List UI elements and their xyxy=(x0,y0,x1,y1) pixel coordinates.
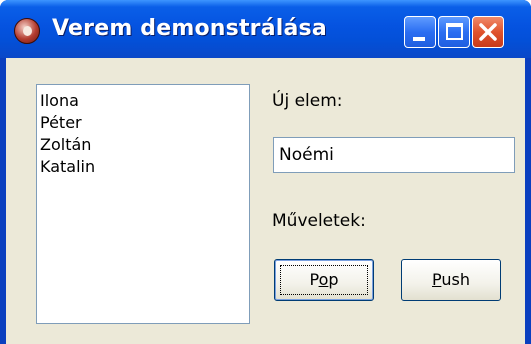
list-item[interactable]: Ilona xyxy=(37,90,249,112)
push-button-label: Push xyxy=(432,270,470,289)
maximize-button[interactable] xyxy=(438,16,470,48)
title-bar[interactable]: Verem demonstrálása xyxy=(0,0,531,58)
pop-button-label: Pop xyxy=(309,270,339,289)
list-item[interactable]: Katalin xyxy=(37,156,249,178)
close-button[interactable] xyxy=(472,16,504,48)
new-item-label: Új elem: xyxy=(272,91,343,111)
client-area: Ilona Péter Zoltán Katalin Új elem: Noém… xyxy=(6,58,525,344)
window-title: Verem demonstrálása xyxy=(52,16,327,41)
new-item-input[interactable]: Noémi xyxy=(273,137,515,173)
list-item[interactable]: Zoltán xyxy=(37,134,249,156)
minimize-button[interactable] xyxy=(404,16,436,48)
app-window: Verem demonstrálása Ilona Péter Zoltán K… xyxy=(0,0,531,344)
stack-items: Ilona Péter Zoltán Katalin xyxy=(37,85,249,178)
stack-listbox[interactable]: Ilona Péter Zoltán Katalin xyxy=(36,84,250,324)
maximize-icon xyxy=(446,23,463,40)
list-item[interactable]: Péter xyxy=(37,112,249,134)
pop-button[interactable]: Pop xyxy=(274,259,374,301)
operations-label: Műveletek: xyxy=(272,211,366,231)
close-icon xyxy=(479,23,497,41)
pop-accel-key: o xyxy=(318,270,329,289)
push-accel-key: P xyxy=(432,270,442,289)
push-button[interactable]: Push xyxy=(401,259,501,301)
app-icon[interactable] xyxy=(14,18,40,44)
minimize-icon xyxy=(413,37,425,41)
